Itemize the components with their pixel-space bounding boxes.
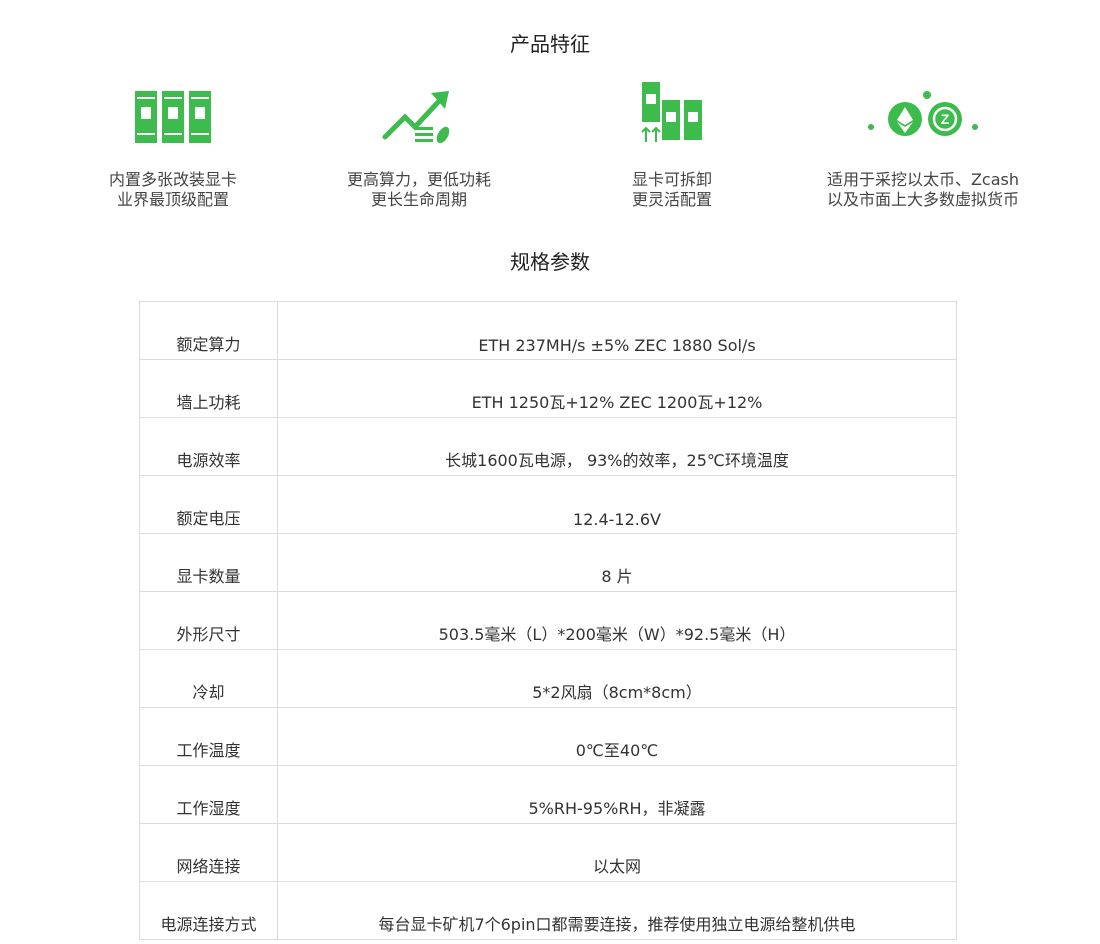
spec-value: 以太网 (277, 823, 957, 882)
spec-value: 8 片 (277, 533, 957, 592)
spec-label: 电源效率 (139, 417, 278, 476)
feature-item: Z 适用于采挖以太币、Zcash 以及市面上大多数虚拟货币 (808, 80, 1038, 210)
table-row: 显卡数量 8 片 (139, 533, 957, 592)
spec-label: 冷却 (139, 649, 278, 708)
spec-label: 额定算力 (139, 301, 278, 360)
spec-value: 5%RH-95%RH，非凝露 (277, 765, 957, 824)
trend-up-icon (304, 80, 534, 150)
table-row: 额定算力 ETH 237MH/s ±5% ZEC 1880 Sol/s (139, 301, 957, 360)
specs-table: 额定算力 ETH 237MH/s ±5% ZEC 1880 Sol/s 墙上功耗… (139, 301, 957, 940)
spec-value: 每台显卡矿机7个6pin口都需要连接，推荐使用独立电源给整机供电 (277, 881, 957, 940)
feature-line-2: 更灵活配置 (631, 190, 712, 209)
feature-line-2: 更长生命周期 (370, 190, 467, 209)
features-title: 产品特征 (510, 32, 590, 56)
feature-line-1: 更高算力，更低功耗 (346, 170, 491, 189)
table-row: 额定电压 12.4-12.6V (139, 475, 957, 534)
table-row: 工作温度 0℃至40℃ (139, 707, 957, 766)
table-row: 冷却 5*2风扇（8cm*8cm） (139, 649, 957, 708)
specs-title: 规格参数 (510, 250, 590, 274)
features-row: 内置多张改装显卡 业界最顶级配置 更高算力，更低功耗 更长生命周期 显卡可拆卸 … (0, 80, 1100, 220)
feature-line-1: 适用于采挖以太币、Zcash (826, 170, 1020, 189)
spec-value: 503.5毫米（L）*200毫米（W）*92.5毫米（H） (277, 591, 957, 650)
feature-item: 显卡可拆卸 更灵活配置 (557, 80, 787, 210)
table-row: 外形尺寸 503.5毫米（L）*200毫米（W）*92.5毫米（H） (139, 591, 957, 650)
spec-label: 墙上功耗 (139, 359, 278, 418)
table-row: 网络连接 以太网 (139, 823, 957, 882)
spec-label: 额定电压 (139, 475, 278, 534)
spec-label: 电源连接方式 (139, 881, 278, 940)
table-row: 工作湿度 5%RH-95%RH，非凝露 (139, 765, 957, 824)
spec-value: ETH 1250瓦+12% ZEC 1200瓦+12% (277, 359, 957, 418)
spec-label: 工作湿度 (139, 765, 278, 824)
spec-label: 显卡数量 (139, 533, 278, 592)
spec-label: 工作温度 (139, 707, 278, 766)
feature-line-2: 业界最顶级配置 (116, 190, 229, 209)
removable-card-icon (557, 80, 787, 150)
feature-item: 更高算力，更低功耗 更长生命周期 (304, 80, 534, 210)
feature-line-1: 内置多张改装显卡 (108, 170, 237, 189)
spec-label: 外形尺寸 (139, 591, 278, 650)
feature-line-2: 以及市面上大多数虚拟货币 (826, 190, 1019, 209)
feature-item: 内置多张改装显卡 业界最顶级配置 (58, 80, 288, 210)
spec-value: 0℃至40℃ (277, 707, 957, 766)
gpu-cards-icon (58, 80, 288, 150)
table-row: 墙上功耗 ETH 1250瓦+12% ZEC 1200瓦+12% (139, 359, 957, 418)
spec-value: 长城1600瓦电源， 93%的效率，25℃环境温度 (277, 417, 957, 476)
crypto-coins-icon: Z (808, 80, 1038, 150)
svg-text:Z: Z (941, 111, 950, 127)
spec-value: ETH 237MH/s ±5% ZEC 1880 Sol/s (277, 301, 957, 360)
table-row: 电源连接方式 每台显卡矿机7个6pin口都需要连接，推荐使用独立电源给整机供电 (139, 881, 957, 940)
table-row: 电源效率 长城1600瓦电源， 93%的效率，25℃环境温度 (139, 417, 957, 476)
feature-line-1: 显卡可拆卸 (631, 170, 712, 189)
spec-value: 5*2风扇（8cm*8cm） (277, 649, 957, 708)
spec-label: 网络连接 (139, 823, 278, 882)
spec-value: 12.4-12.6V (277, 475, 957, 534)
